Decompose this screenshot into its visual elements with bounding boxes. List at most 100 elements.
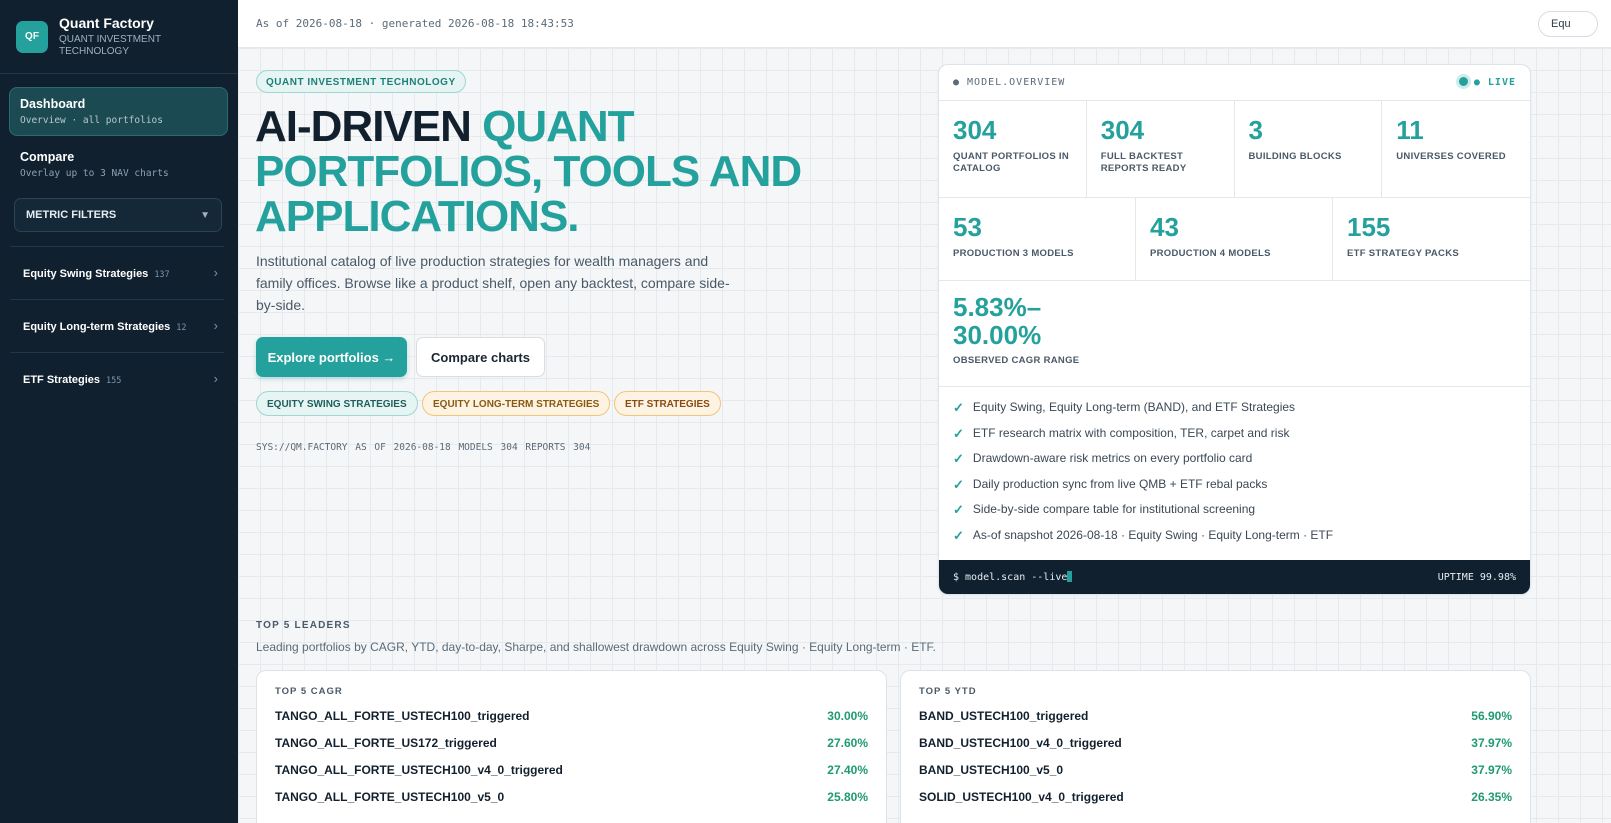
stat-value: 304 <box>1100 115 1145 145</box>
metric-filters-toggle[interactable]: METRIC FILTERS ▼ <box>14 198 222 232</box>
leaderboard-row[interactable]: TANGO_ALL_FORTE_USTECH100_v5_0 25.80% <box>275 790 868 817</box>
sidebar-category-equity-swing[interactable]: Equity Swing Strategies 137 › <box>10 246 224 298</box>
stats-row-1: 304 QUANT PORTFOLIOS IN CATALOG 304 FULL B… <box>939 101 1530 198</box>
checklist-item: ✓ Equity Swing, Equity Long-term (BAND), … <box>953 400 1516 426</box>
leaderboard-row[interactable]: BAND_USTECH100_triggered 56.90% <box>919 709 1512 736</box>
portfolio-name: TANGO_ALL_FORTE_US172_triggered <box>275 736 497 750</box>
leaderboard-row[interactable]: SOLID_USTECH100_v4_0_triggered 26.35% <box>919 790 1512 817</box>
nav-item-sub: Overview · all portfolios <box>20 115 163 126</box>
stat-label: UNIVERSES COVERED <box>1396 151 1506 162</box>
stat-value: 11 <box>1396 115 1424 145</box>
portfolio-name: BAND_USTECH100_triggered <box>919 709 1089 723</box>
stat-universes: 11 UNIVERSES COVERED <box>1382 101 1530 197</box>
category-label: Equity Swing Strategies <box>23 267 149 280</box>
stat-production-3: 53 PRODUCTION 3 MODELS <box>939 198 1136 280</box>
leaderboard-title: TOP 5 CAGR <box>275 686 343 697</box>
stat-reports: 304 FULL BACKTEST REPORTS READY <box>1087 101 1235 197</box>
feature-checklist: ✓ Equity Swing, Equity Long-term (BAND), … <box>939 387 1530 562</box>
checklist-text: As-of snapshot 2026-08-18 · Equity Swing… <box>972 527 1334 542</box>
stat-label: OBSERVED CAGR RANGE <box>953 355 1080 366</box>
chevron-right-icon: › <box>213 265 218 280</box>
stat-cagr-range: 5.83%– 30.00% OBSERVED CAGR RANGE <box>939 281 1530 387</box>
category-count: 137 <box>154 269 170 280</box>
eyebrow-badge: QUANT INVESTMENT TECHNOLOGY <box>256 70 466 93</box>
sidebar-category-equity-long-term[interactable]: Equity Long-term Strategies 12 › <box>10 299 224 351</box>
nav-item-label: Dashboard <box>20 97 86 111</box>
stat-value-line2: 30.00% <box>953 320 1042 350</box>
stat-production-4: 43 PRODUCTION 4 MODELS <box>1136 198 1333 280</box>
checklist-text: ETF research matrix with composition, TE… <box>972 425 1290 440</box>
checklist-item: ✓ Side-by-side compare table for institut… <box>953 502 1516 528</box>
topbar: As of 2026-08-18 · generated 2026-08-18 … <box>238 0 1611 48</box>
explore-portfolios-button[interactable]: Explore portfolios → <box>256 337 407 377</box>
leaderboard-ytd: TOP 5 YTD BAND_USTECH100_triggered 56.90%… <box>900 670 1531 823</box>
portfolio-value: 25.80% <box>827 790 868 804</box>
checklist-item: ✓ Daily production sync from live QMB + E… <box>953 477 1516 503</box>
chevron-right-icon: › <box>213 371 218 386</box>
portfolio-value: 27.40% <box>827 763 868 777</box>
stat-label: BUILDING BLOCKS <box>1248 151 1342 162</box>
checklist-item: ✓ Drawdown-aware risk metrics on every po… <box>953 451 1516 477</box>
checklist-text: Side-by-side compare table for instituti… <box>972 502 1256 517</box>
universe-selector[interactable]: Equ <box>1538 11 1598 37</box>
asof-timestamp: As of 2026-08-18 · generated 2026-08-18 … <box>256 17 574 30</box>
nav-item-sub: Overlay up to 3 NAV charts <box>20 168 169 179</box>
check-icon: ✓ <box>953 425 964 441</box>
leaderboard-row[interactable]: TANGO_ALL_FORTE_USTECH100_v4_0_triggered… <box>275 763 868 790</box>
brand[interactable]: QF Quant Factory QUANT INVESTMENT TECHNO… <box>0 0 238 74</box>
stat-value: 3 <box>1248 115 1263 145</box>
stat-value: 53 <box>953 212 982 242</box>
portfolio-value: 37.97% <box>1471 763 1512 777</box>
leaderboard-cagr: TOP 5 CAGR TANGO_ALL_FORTE_USTECH100_tri… <box>256 670 887 823</box>
cursor-icon <box>1067 571 1073 582</box>
live-label: ● LIVE <box>1473 77 1516 88</box>
nav-item-dashboard[interactable]: Dashboard Overview · all portfolios <box>9 87 228 136</box>
card-header: ● MODEL.OVERVIEW ● LIVE <box>939 65 1530 101</box>
leaders-subtitle: Leading portfolios by CAGR, YTD, day-to-… <box>256 640 936 654</box>
tag-equity-long-term[interactable]: EQUITY LONG-TERM STRATEGIES <box>422 391 611 416</box>
sidebar-category-etf[interactable]: ETF Strategies 155 › <box>10 352 224 404</box>
portfolio-name: TANGO_ALL_FORTE_USTECH100_v4_0_triggered <box>275 763 563 777</box>
nav-item-compare[interactable]: Compare Overlay up to 3 NAV charts <box>20 150 169 179</box>
hero-title-dark: AI-DRIVEN <box>255 102 483 151</box>
brand-subtitle: QUANT INVESTMENT TECHNOLOGY <box>59 34 161 57</box>
stat-value: 304 <box>953 115 997 145</box>
stat-etf-packs: 155 ETF STRATEGY PACKS <box>1333 198 1530 280</box>
main-content: QUANT INVESTMENT TECHNOLOGY AI-DRIVEN QU… <box>238 48 1611 823</box>
checklist-item: ✓ As-of snapshot 2026-08-18 · Equity Swin… <box>953 528 1516 554</box>
tag-equity-swing[interactable]: EQUITY SWING STRATEGIES <box>256 391 418 416</box>
leaderboard-row[interactable]: TANGO_ALL_FORTE_US172_triggered 27.60% <box>275 736 868 763</box>
leaderboard-row[interactable]: BAND_USTECH100_v5_0 37.97% <box>919 763 1512 790</box>
model-overview-card: ● MODEL.OVERVIEW ● LIVE 304 QUANT PORTFOL… <box>938 64 1531 595</box>
checklist-text: Daily production sync from live QMB + ET… <box>972 476 1268 491</box>
stat-label: ETF STRATEGY PACKS <box>1347 248 1460 259</box>
leaders-title: TOP 5 LEADERS <box>256 620 351 631</box>
check-icon: ✓ <box>953 451 964 467</box>
leaderboard-row[interactable]: BAND_USTECH100_v4_0_triggered 37.97% <box>919 736 1512 763</box>
caret-down-icon: ▼ <box>200 209 210 221</box>
system-status-line: SYS://QM.FACTORY AS OF 2026-08-18 MODELS… <box>256 442 591 453</box>
portfolio-value: 56.90% <box>1471 709 1512 723</box>
sidebar: QF Quant Factory QUANT INVESTMENT TECHNO… <box>0 0 238 823</box>
uptime-label: UPTIME 99.98% <box>1437 571 1516 583</box>
nav-item-label: Compare <box>20 150 75 164</box>
stat-label: QUANT PORTFOLIOS IN CATALOG <box>953 151 1070 174</box>
stats-row-2: 53 PRODUCTION 3 MODELS 43 PRODUCTION 4 MOD… <box>939 198 1530 281</box>
chevron-right-icon: › <box>213 318 218 333</box>
checklist-text: Equity Swing, Equity Long-term (BAND), a… <box>972 400 1296 414</box>
terminal-bar: $ model.scan --live UPTIME 99.98% <box>939 560 1530 594</box>
leaderboard-title: TOP 5 YTD <box>919 686 977 697</box>
portfolio-name: TANGO_ALL_FORTE_USTECH100_v5_0 <box>275 790 505 804</box>
leaderboard-row[interactable]: TANGO_ALL_FORTE_USTECH100_triggered 30.00… <box>275 709 868 736</box>
check-icon: ✓ <box>953 400 964 415</box>
portfolio-value: 30.00% <box>827 709 868 723</box>
card-title: ● MODEL.OVERVIEW <box>953 77 1066 88</box>
category-count: 12 <box>176 322 187 333</box>
compare-charts-button[interactable]: Compare charts <box>416 337 545 377</box>
checklist-item: ✓ ETF research matrix with composition, T… <box>953 426 1516 452</box>
portfolio-name: BAND_USTECH100_v4_0_triggered <box>919 736 1122 750</box>
tag-etf[interactable]: ETF STRATEGIES <box>614 391 721 416</box>
live-dot-icon <box>1458 77 1468 86</box>
portfolio-value: 37.97% <box>1471 736 1512 750</box>
metric-filters-label: METRIC FILTERS <box>26 209 117 221</box>
